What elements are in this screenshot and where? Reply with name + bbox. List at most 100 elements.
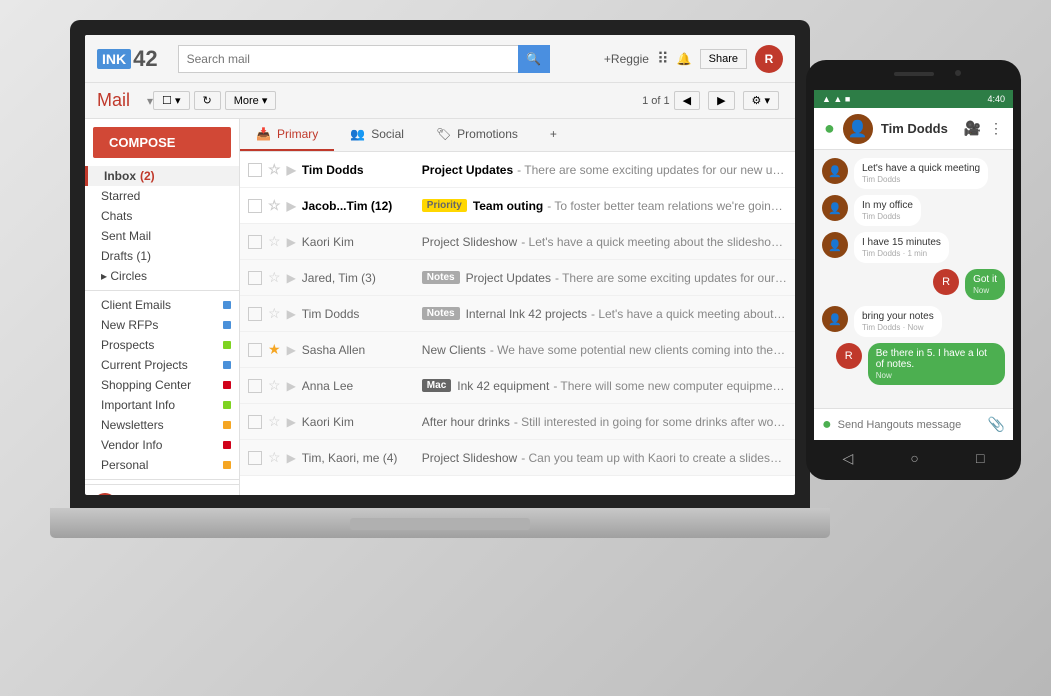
email-row[interactable]: ☆ ▶ Tim, Kaori, me (4) Project Slideshow… [240, 440, 795, 476]
star-icon[interactable]: ☆ [268, 413, 281, 430]
email-row[interactable]: ☆ ▶ Tim Dodds Project Updates - There ar… [240, 152, 795, 188]
hangouts-back-icon[interactable]: ● [824, 118, 835, 139]
email-checkbox[interactable] [248, 307, 262, 321]
tab-social[interactable]: 👥 Social [334, 119, 420, 151]
tab-add[interactable]: + [534, 119, 573, 151]
sidebar-item-client-emails[interactable]: Client Emails [85, 295, 239, 315]
next-page-button[interactable]: ▶ [708, 91, 734, 110]
settings-button[interactable]: ⚙ ▾ [743, 91, 779, 110]
sidebar-item-circles[interactable]: ▸ Circles [85, 266, 239, 286]
phone-bezel: ▲ ▲ ■ 4:40 ● 👤 Tim Dodds 🎥 ⋮ [806, 60, 1021, 480]
chat-bubble: I have 15 minutes Tim Dodds · 1 min [854, 232, 949, 263]
important-icon: ▶ [287, 199, 296, 213]
star-icon[interactable]: ☆ [268, 161, 281, 178]
sidebar-item-shopping-center[interactable]: Shopping Center [85, 375, 239, 395]
sidebar-item-personal[interactable]: Personal [85, 455, 239, 475]
chat-bubble-sent: Be there in 5. I have a lot of notes. No… [868, 343, 1005, 385]
phone-camera [955, 70, 961, 76]
star-icon[interactable]: ☆ [268, 377, 281, 394]
email-sender: Sasha Allen [302, 343, 422, 357]
important-icon: ▶ [287, 307, 296, 321]
compose-button[interactable]: COMPOSE [93, 127, 231, 158]
priority-tag: Priority [422, 199, 467, 212]
email-content: New Clients - We have some potential new… [422, 343, 787, 357]
email-checkbox[interactable] [248, 271, 262, 285]
search-input[interactable] [178, 45, 518, 73]
email-row[interactable]: ★ ▶ Sasha Allen New Clients - We have so… [240, 332, 795, 368]
star-icon[interactable]: ☆ [268, 233, 281, 250]
email-content: Mac Ink 42 equipment - There will some n… [422, 379, 787, 393]
star-icon[interactable]: ☆ [268, 305, 281, 322]
starred-label: Starred [101, 189, 140, 203]
tab-primary[interactable]: 📥 Primary [240, 119, 334, 151]
chat-input[interactable] [838, 419, 988, 431]
email-checkbox[interactable] [248, 415, 262, 429]
message-avatar: 👤 [822, 306, 848, 332]
email-checkbox[interactable] [248, 235, 262, 249]
sidebar-item-important-info[interactable]: Important Info [85, 395, 239, 415]
message-text: Got it [973, 274, 997, 285]
email-row[interactable]: ☆ ▶ Jacob...Tim (12) Priority Team outin… [240, 188, 795, 224]
sidebar-item-chats[interactable]: Chats [85, 206, 239, 226]
back-nav-button[interactable]: ◁ [843, 450, 854, 467]
current-projects-dot [223, 361, 231, 369]
video-call-icon[interactable]: 🎥 [964, 120, 981, 137]
user-avatar[interactable]: R [755, 45, 783, 73]
grid-icon[interactable]: ⠿ [657, 49, 669, 69]
search-button[interactable]: 🔍 [518, 45, 550, 73]
laptop-trackpad[interactable] [350, 518, 530, 530]
phone-speaker [894, 72, 934, 76]
more-options-icon[interactable]: ⋮ [989, 120, 1003, 137]
important-icon: ▶ [287, 271, 296, 285]
bell-icon[interactable]: 🔔 [677, 52, 692, 66]
email-row[interactable]: ☆ ▶ Kaori Kim After hour drinks - Still … [240, 404, 795, 440]
sidebar-item-drafts[interactable]: Drafts (1) [85, 246, 239, 266]
home-nav-button[interactable]: ○ [910, 450, 918, 466]
email-sender: Jacob...Tim (12) [302, 199, 422, 213]
email-list: 📥 Primary 👥 Social 🏷 Promotions + [240, 119, 795, 495]
sidebar-item-current-projects[interactable]: Current Projects [85, 355, 239, 375]
sidebar-item-new-rfps[interactable]: New RFPs [85, 315, 239, 335]
star-icon[interactable]: ★ [268, 341, 281, 358]
more-button[interactable]: More ▾ [225, 91, 277, 110]
hangouts-header: ● 👤 Tim Dodds 🎥 ⋮ [814, 108, 1013, 150]
prospects-dot [223, 341, 231, 349]
attachment-icon[interactable]: 📎 [988, 416, 1005, 433]
important-icon: ▶ [287, 235, 296, 249]
message-text: Let's have a quick meeting [862, 163, 980, 174]
email-row[interactable]: ☆ ▶ Kaori Kim Project Slideshow - Let's … [240, 224, 795, 260]
select-button[interactable]: ☐ ▾ [153, 91, 189, 110]
reggie-label[interactable]: +Reggie [604, 52, 649, 66]
share-button[interactable]: Share [700, 49, 747, 69]
star-icon[interactable]: ☆ [268, 197, 281, 214]
sidebar-item-starred[interactable]: Starred [85, 186, 239, 206]
recent-nav-button[interactable]: □ [976, 450, 984, 466]
email-checkbox[interactable] [248, 343, 262, 357]
prev-page-button[interactable]: ◀ [674, 91, 700, 110]
email-checkbox[interactable] [248, 199, 262, 213]
email-checkbox[interactable] [248, 163, 262, 177]
email-row[interactable]: ☆ ▶ Anna Lee Mac Ink 42 equipment - Ther… [240, 368, 795, 404]
email-subject: Project Slideshow [422, 235, 517, 249]
chats-label: Chats [101, 209, 132, 223]
newsletters-dot [223, 421, 231, 429]
sidebar-item-vendor-info[interactable]: Vendor Info [85, 435, 239, 455]
sidebar-item-prospects[interactable]: Prospects [85, 335, 239, 355]
email-subject: After hour drinks [422, 415, 510, 429]
circles-label: ▸ Circles [101, 269, 147, 283]
star-icon[interactable]: ☆ [268, 269, 281, 286]
email-checkbox[interactable] [248, 451, 262, 465]
sidebar-item-newsletters[interactable]: Newsletters [85, 415, 239, 435]
email-row[interactable]: ☆ ▶ Jared, Tim (3) Notes Project Updates… [240, 260, 795, 296]
email-sender: Tim, Kaori, me (4) [302, 451, 422, 465]
sidebar-item-sent[interactable]: Sent Mail [85, 226, 239, 246]
email-row[interactable]: ☆ ▶ Tim Dodds Notes Internal Ink 42 proj… [240, 296, 795, 332]
sidebar-item-inbox[interactable]: Inbox (2) [85, 166, 239, 186]
refresh-button[interactable]: ↻ [194, 91, 221, 110]
sidebar-divider [85, 290, 239, 291]
star-icon[interactable]: ☆ [268, 449, 281, 466]
personal-dot [223, 461, 231, 469]
tab-promotions[interactable]: 🏷 Promotions [420, 119, 534, 151]
email-checkbox[interactable] [248, 379, 262, 393]
gmail-search-container[interactable]: 🔍 [178, 45, 598, 73]
